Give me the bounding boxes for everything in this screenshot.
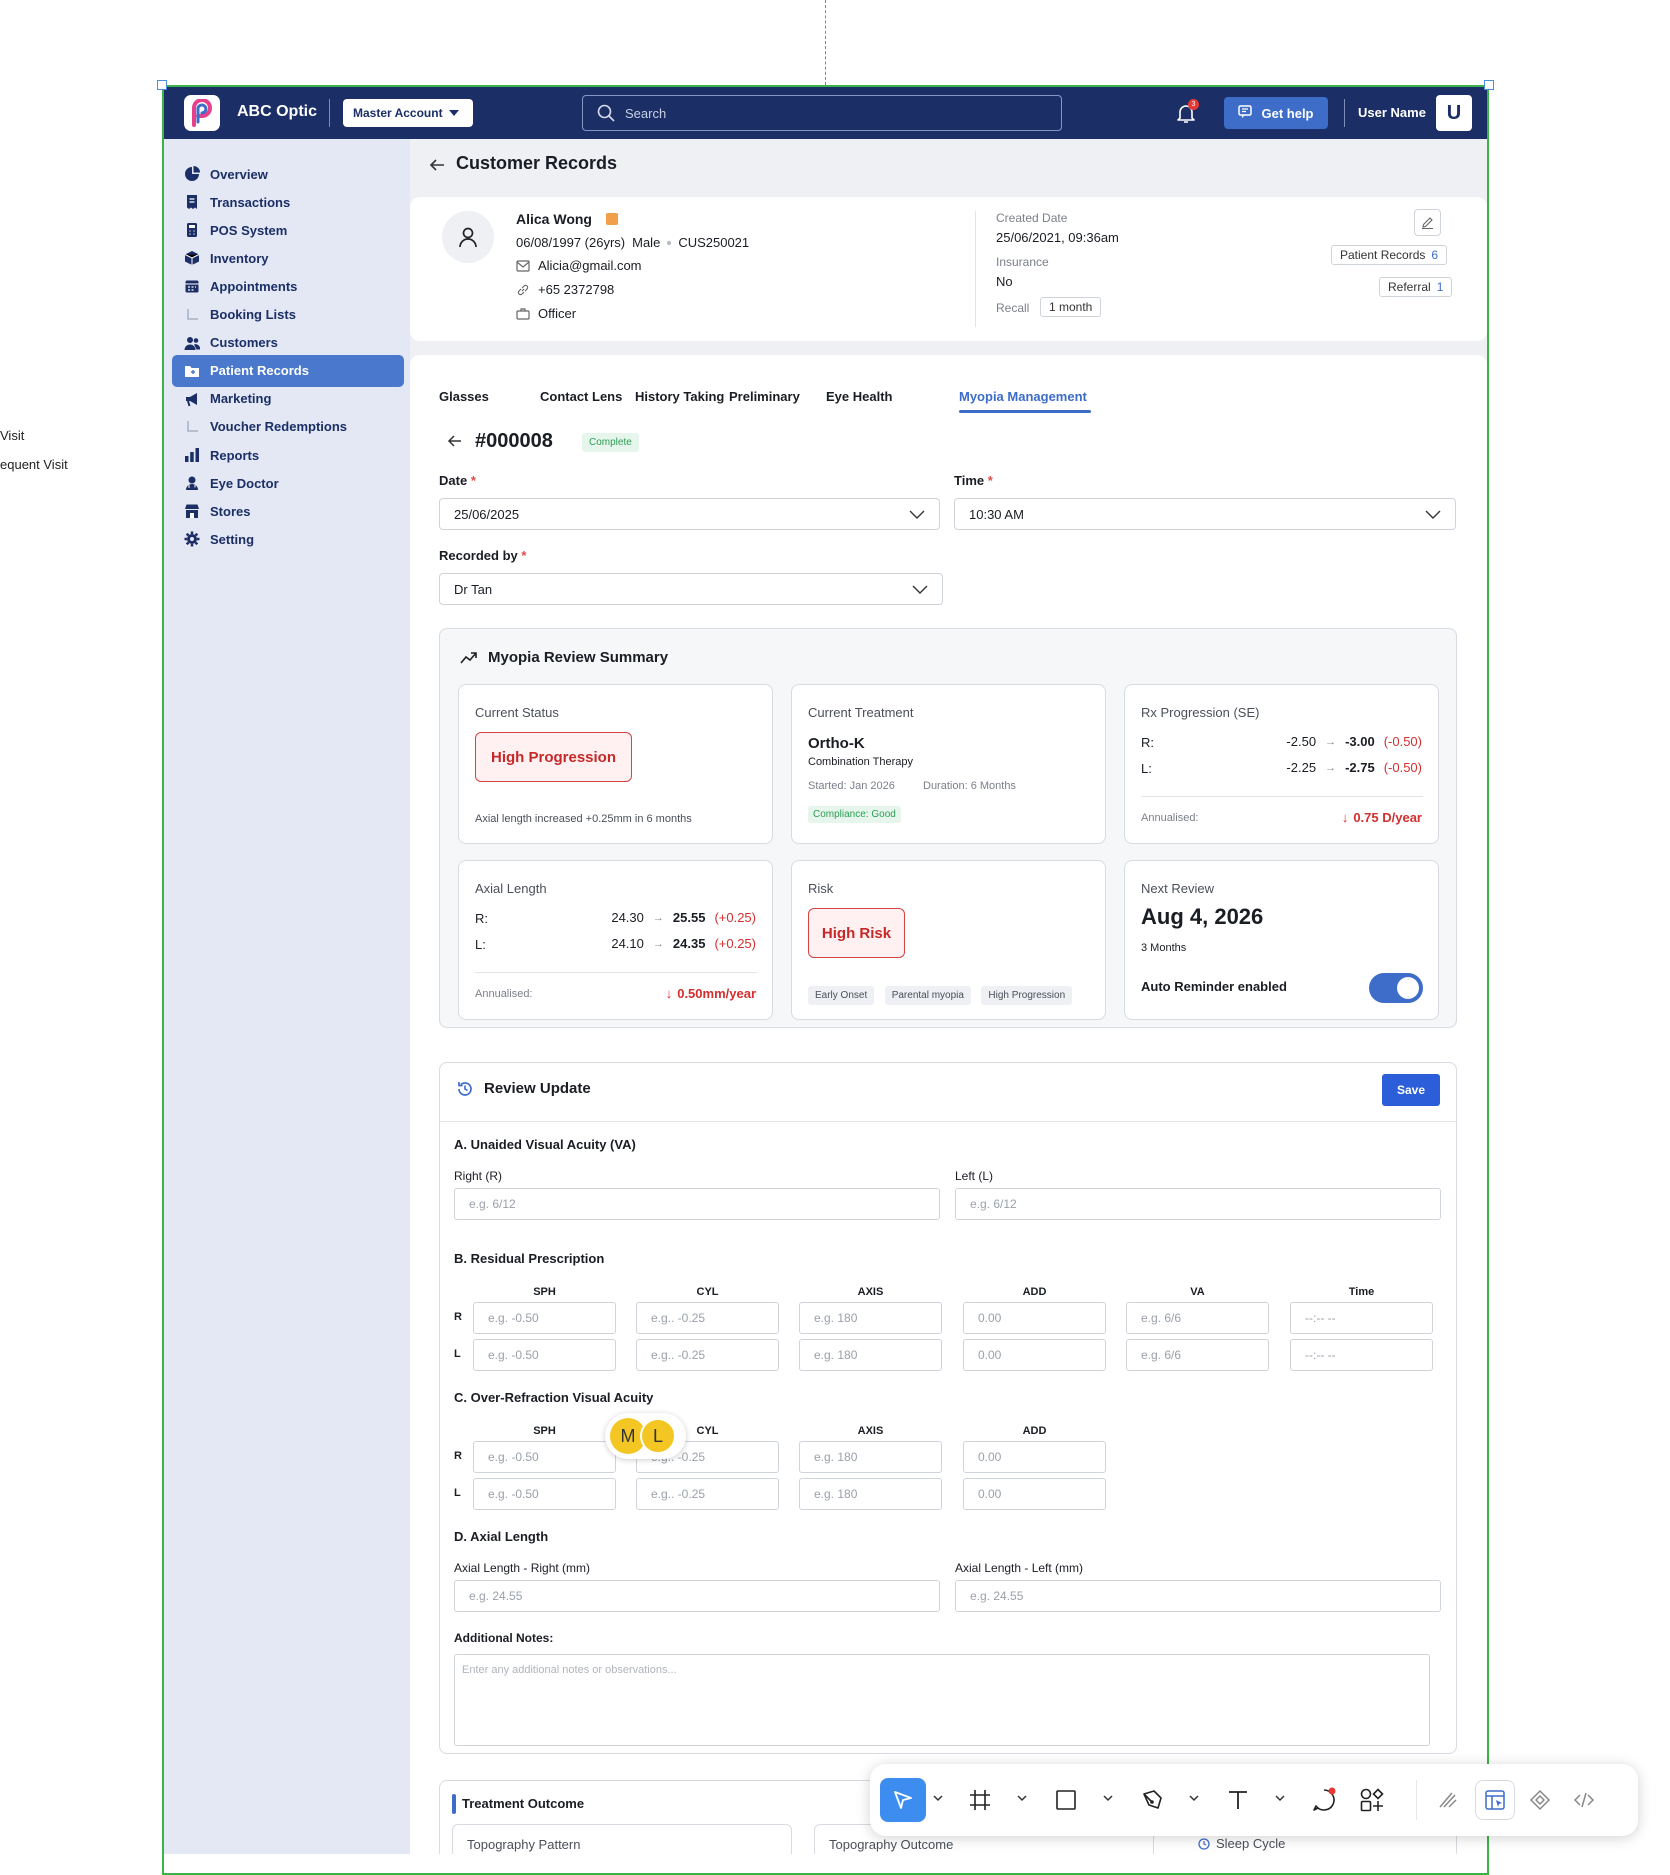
comment-icon <box>1313 1787 1336 1811</box>
chevron-down-icon[interactable] <box>1275 1794 1285 1802</box>
frame-icon <box>970 1790 990 1810</box>
cursor-icon <box>894 1791 912 1809</box>
move-tool-button[interactable] <box>880 1778 926 1822</box>
code-icon <box>1573 1792 1595 1808</box>
pen-tool-button[interactable] <box>1134 1782 1170 1818</box>
resize-handle[interactable] <box>157 80 167 90</box>
dev-mode-button[interactable] <box>1566 1782 1602 1818</box>
chevron-down-icon[interactable] <box>1189 1794 1199 1802</box>
draw-icon <box>1439 1792 1457 1808</box>
alignment-guide <box>825 0 826 85</box>
divider <box>1416 1780 1417 1820</box>
chevron-down-icon[interactable] <box>1103 1794 1113 1802</box>
rectangle-icon <box>1056 1790 1076 1810</box>
selection-frame <box>162 85 1489 1875</box>
components-icon <box>1360 1788 1384 1812</box>
text-tool-button[interactable] <box>1220 1782 1256 1818</box>
chevron-down-icon[interactable] <box>1017 1794 1027 1802</box>
canvas-label: Visit <box>0 428 25 443</box>
diamond-icon <box>1529 1789 1551 1811</box>
shape-tool-button[interactable] <box>1048 1782 1084 1818</box>
canvas-label: equent Visit <box>0 457 68 472</box>
actions-tool-button[interactable] <box>1354 1782 1390 1818</box>
pen-icon <box>1143 1790 1162 1809</box>
design-toolbar <box>870 1764 1638 1836</box>
text-icon <box>1229 1791 1247 1809</box>
comment-tool-button[interactable] <box>1306 1782 1342 1818</box>
prototype-mode-button[interactable] <box>1522 1782 1558 1818</box>
layout-icon <box>1485 1790 1505 1810</box>
draw-mode-button[interactable] <box>1430 1782 1466 1818</box>
chevron-down-icon[interactable] <box>933 1794 943 1802</box>
design-mode-button[interactable] <box>1475 1780 1515 1820</box>
frame-tool-button[interactable] <box>962 1782 998 1818</box>
resize-handle[interactable] <box>1484 80 1494 90</box>
